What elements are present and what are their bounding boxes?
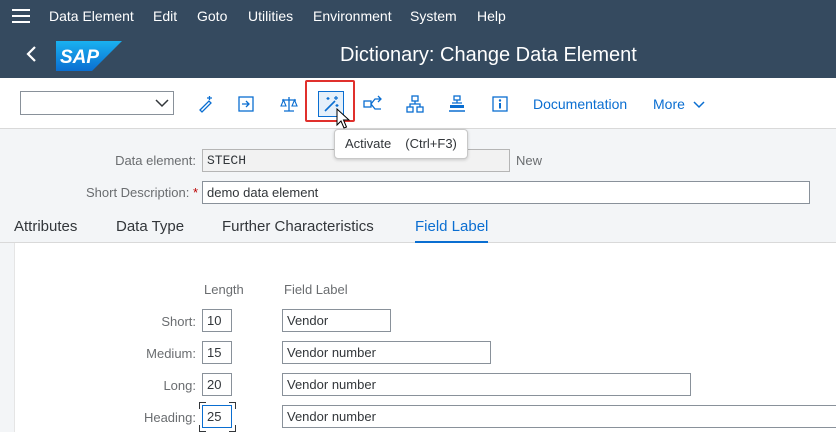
- focus-corner-mark: [229, 402, 236, 409]
- hamburger-menu-icon[interactable]: [12, 9, 30, 23]
- menu-help[interactable]: Help: [477, 8, 506, 24]
- short-label-input[interactable]: Vendor: [282, 309, 391, 332]
- other-object-button[interactable]: [233, 91, 259, 117]
- title-bar: SAP Dictionary: Change Data Element: [0, 32, 836, 78]
- field-label-panel: [14, 243, 836, 432]
- short-description-label: Short Description: *: [85, 185, 198, 200]
- medium-length-input[interactable]: 15: [202, 341, 232, 364]
- display-change-button[interactable]: [193, 91, 219, 117]
- svg-text:SAP: SAP: [60, 47, 99, 68]
- hierarchy-icon: [449, 95, 465, 112]
- focus-corner-mark: [199, 425, 206, 432]
- command-field[interactable]: [20, 91, 174, 115]
- tab-field-label[interactable]: Field Label: [415, 218, 489, 244]
- hierarchy-button[interactable]: [444, 91, 470, 117]
- menu-utilities[interactable]: Utilities: [248, 8, 293, 24]
- display-change-icon: [199, 96, 212, 113]
- activate-tooltip: Activate (Ctrl+F3): [334, 129, 468, 159]
- field-label-column-header: Field Label: [284, 282, 348, 297]
- more-button[interactable]: More: [653, 96, 705, 112]
- menu-goto[interactable]: Goto: [197, 8, 227, 24]
- chevron-down-icon: [693, 101, 705, 109]
- info-button[interactable]: [487, 91, 513, 117]
- object-list-button[interactable]: [402, 91, 428, 117]
- short-description-input[interactable]: demo data element: [202, 181, 810, 204]
- more-label: More: [653, 96, 685, 112]
- focus-corner-mark: [199, 402, 206, 409]
- where-used-icon: [363, 95, 382, 110]
- data-element-label: Data element:: [115, 153, 196, 168]
- long-label-input[interactable]: Vendor number: [282, 373, 691, 396]
- check-icon: [280, 97, 298, 112]
- application-toolbar: Documentation More: [0, 78, 836, 129]
- status-text: New: [516, 153, 543, 168]
- medium-label-input[interactable]: Vendor number: [282, 341, 491, 364]
- object-list-icon: [406, 95, 424, 113]
- short-length-input[interactable]: 10: [202, 309, 232, 332]
- menu-data-element[interactable]: Data Element: [49, 8, 134, 24]
- menu-bar: Data Element Edit Goto Utilities Environ…: [0, 0, 836, 32]
- medium-row-label: Medium:: [146, 346, 196, 361]
- length-column-header: Length: [204, 282, 244, 297]
- tab-data-type[interactable]: Data Type: [116, 218, 184, 235]
- other-object-icon: [238, 96, 254, 112]
- heading-length-input[interactable]: 25: [202, 405, 232, 428]
- chevron-down-icon[interactable]: [155, 98, 169, 108]
- menu-environment[interactable]: Environment: [313, 8, 392, 24]
- focus-corner-mark: [229, 425, 236, 432]
- menu-edit[interactable]: Edit: [153, 8, 177, 24]
- documentation-button[interactable]: Documentation: [533, 96, 627, 112]
- tab-strip: Attributes Data Type Further Characteris…: [0, 212, 836, 244]
- sap-logo: SAP: [56, 41, 122, 71]
- tooltip-label: Activate: [345, 136, 392, 151]
- short-row-label: Short:: [161, 314, 196, 329]
- info-icon: [492, 96, 508, 112]
- check-button[interactable]: [276, 91, 302, 117]
- where-used-button[interactable]: [360, 91, 386, 117]
- long-row-label: Long:: [163, 378, 196, 393]
- tooltip-shortcut: (Ctrl+F3): [405, 136, 457, 151]
- mouse-cursor-icon: [336, 108, 350, 129]
- long-length-input[interactable]: 20: [202, 373, 232, 396]
- tab-further-characteristics[interactable]: Further Characteristics: [222, 218, 374, 235]
- heading-label-input[interactable]: Vendor number: [282, 405, 836, 428]
- tab-attributes[interactable]: Attributes: [14, 218, 77, 235]
- heading-row-label: Heading:: [143, 410, 196, 425]
- back-icon[interactable]: [22, 44, 42, 64]
- menu-system[interactable]: System: [410, 8, 457, 24]
- page-title: Dictionary: Change Data Element: [340, 44, 637, 66]
